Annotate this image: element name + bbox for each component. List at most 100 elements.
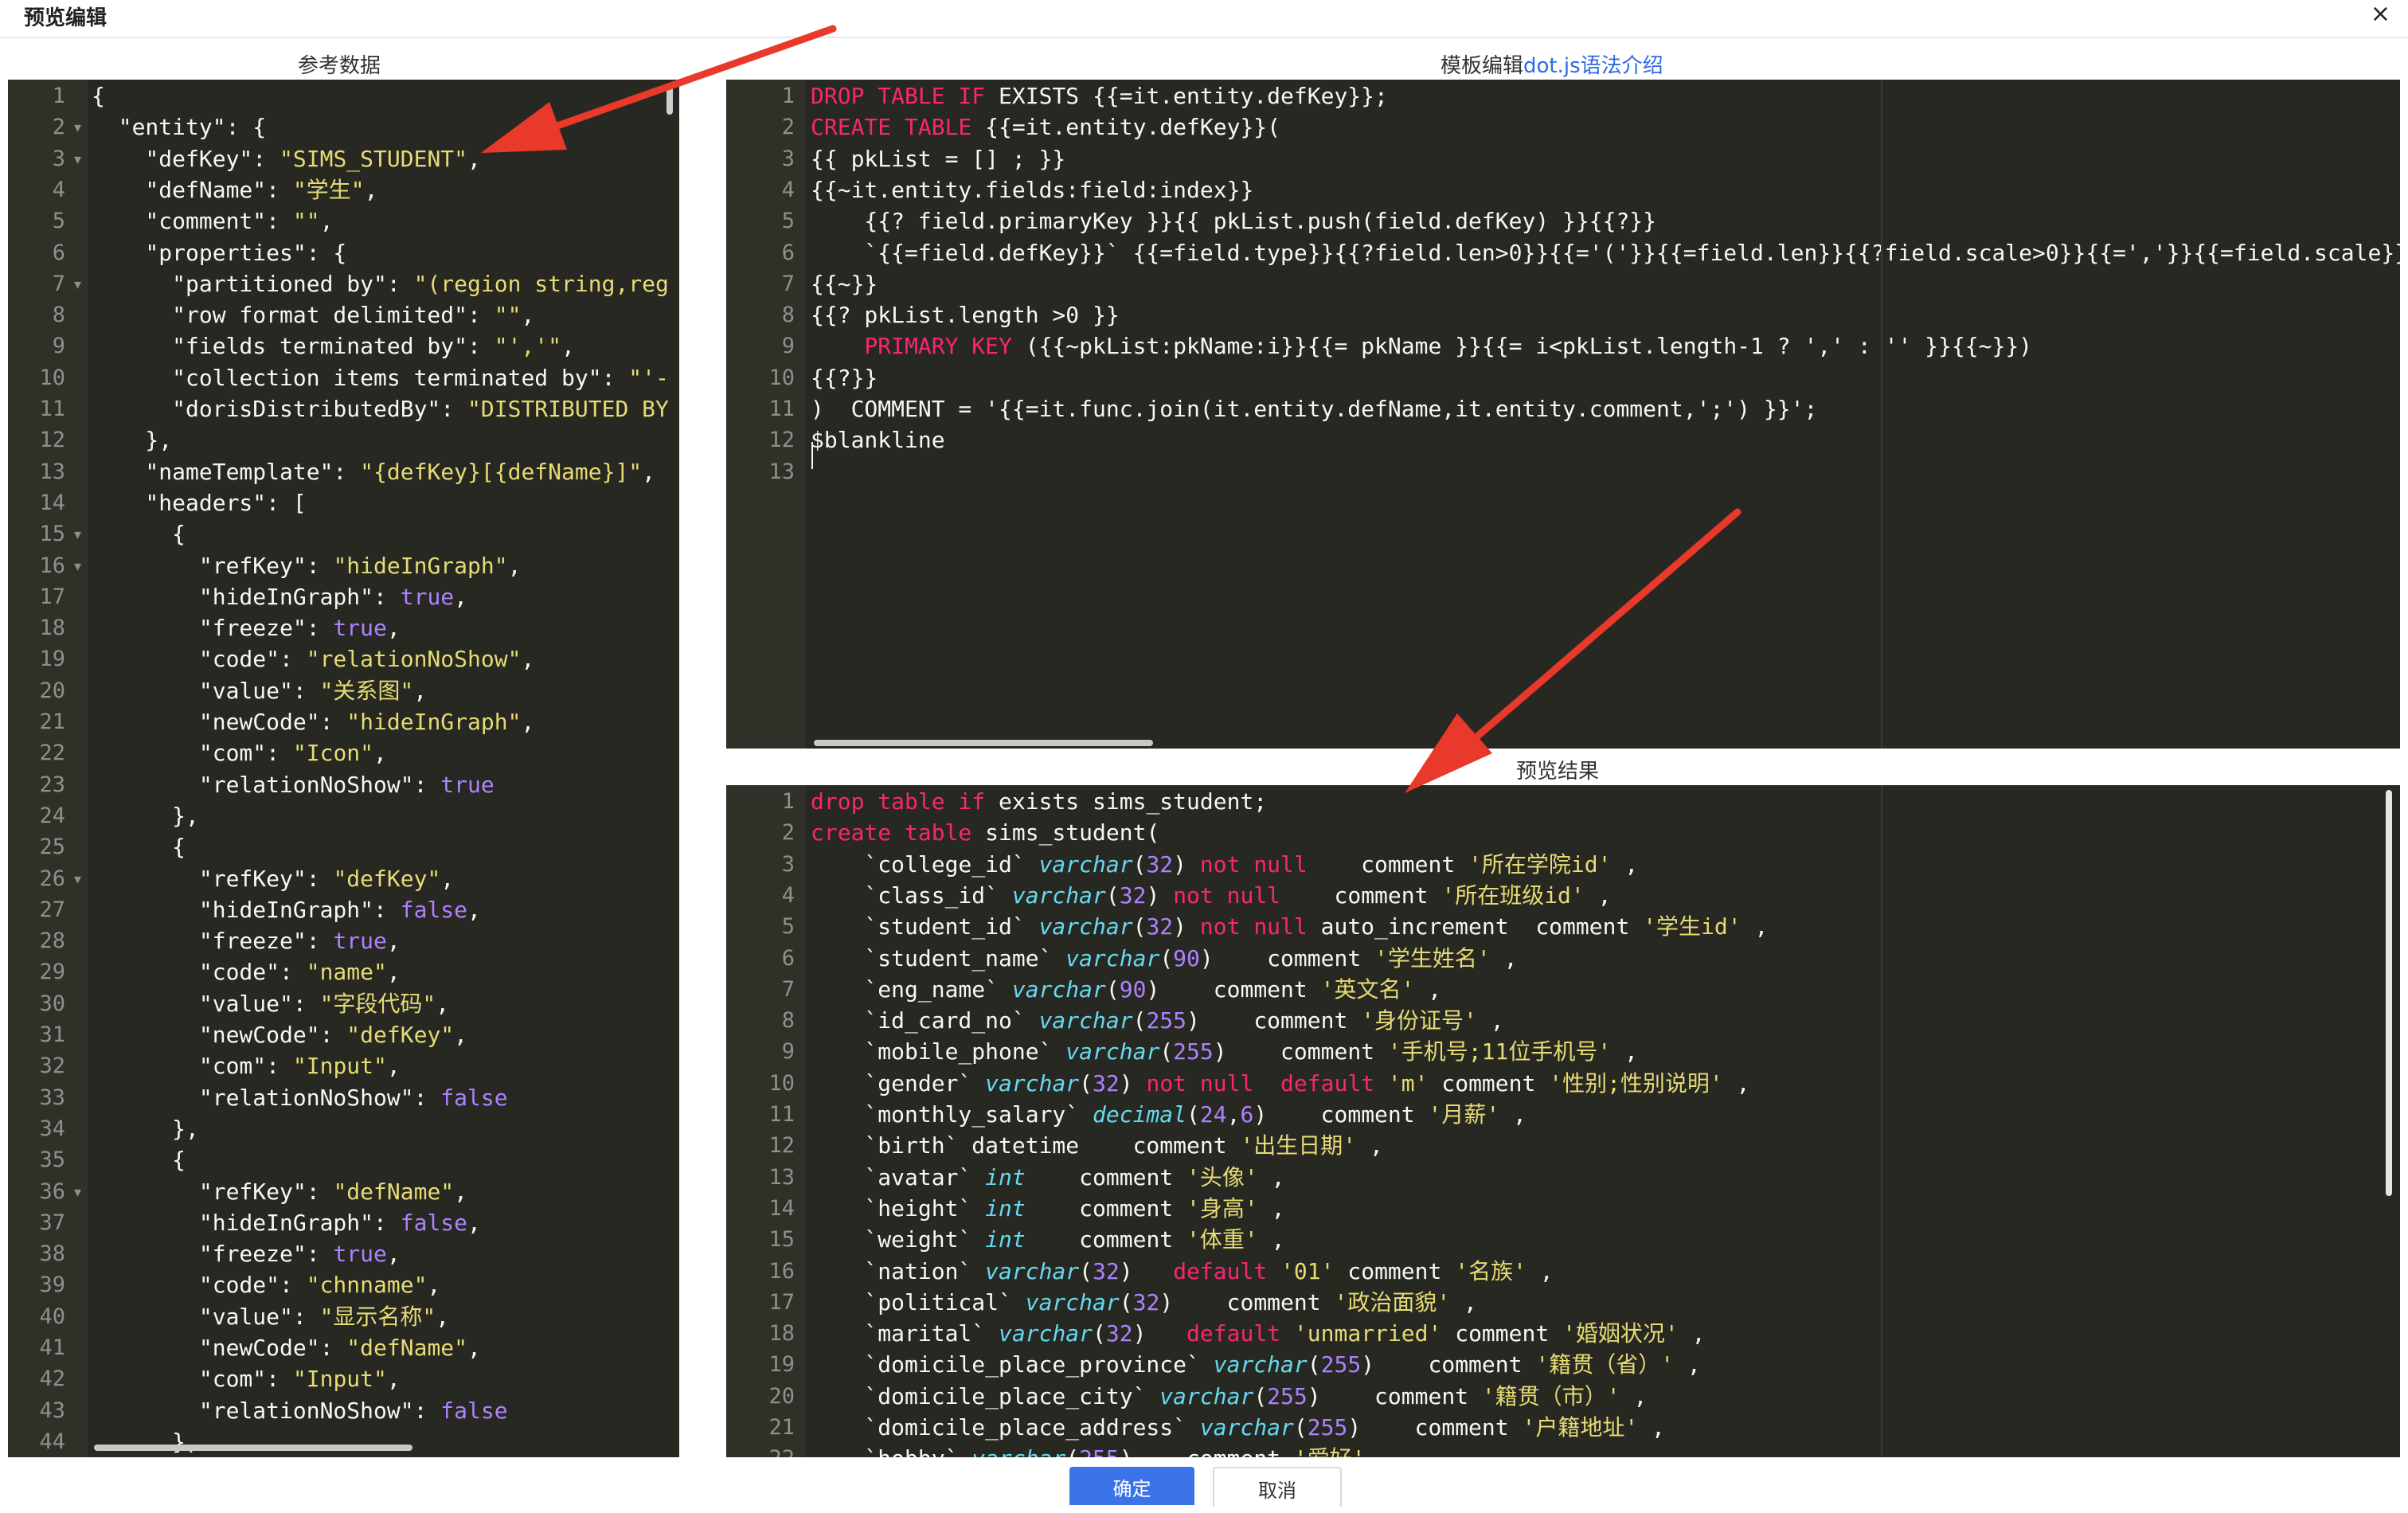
line-number: 43	[39, 1398, 65, 1423]
code-line: "value": "字段代码",	[92, 990, 450, 1017]
template-editor[interactable]: 1 2 3 4 5 6 7 8 9 10 11 12 13 DROP TABLE IF EXISTS {…	[726, 80, 2400, 749]
code-line: drop table if exists sims_student;	[811, 788, 1268, 815]
code-line: "newCode": "defName",	[92, 1335, 481, 1361]
code-line: "defName": "学生",	[92, 176, 378, 203]
code-line: {{? pkList.length >0 }}	[811, 302, 1120, 329]
reference-panel-label: 参考数据	[298, 54, 381, 78]
code-line: {	[92, 834, 186, 861]
line-number: 14	[768, 1195, 795, 1221]
print-margin	[1881, 785, 1882, 1457]
line-number: 5	[781, 914, 795, 940]
line-number: 13	[39, 459, 65, 484]
fold-toggle-icon[interactable]: ▾	[74, 112, 81, 143]
line-number: 19	[39, 647, 65, 672]
code-line: "entity": {	[92, 114, 267, 141]
fold-toggle-icon[interactable]: ▾	[74, 1177, 81, 1207]
fold-toggle-icon[interactable]: ▾	[74, 269, 81, 299]
line-number: 18	[768, 1321, 795, 1347]
line-number: 37	[39, 1210, 65, 1235]
code-line: "refKey": "hideInGraph",	[92, 552, 522, 579]
line-number: 2	[781, 820, 795, 846]
template-label-text: 模板编辑	[1440, 54, 1524, 78]
code-area[interactable]: DROP TABLE IF EXISTS {{=it.entity.defKey…	[811, 80, 2400, 749]
code-line: "freeze": true,	[92, 615, 401, 642]
confirm-button[interactable]: 确定	[1069, 1467, 1194, 1505]
close-icon[interactable]: ×	[2371, 0, 2390, 28]
code-area[interactable]: drop table if exists sims_student; create…	[811, 785, 2400, 1457]
code-line: "hideInGraph": true,	[92, 583, 468, 610]
line-number: 1	[52, 84, 65, 108]
code-line: "relationNoShow": true	[92, 771, 494, 798]
line-number: 12	[768, 1133, 795, 1159]
line-number: 18	[39, 616, 65, 641]
code-line: `id_card_no` varchar(255) comment '身份证号'…	[811, 1007, 1504, 1034]
text-cursor	[811, 442, 813, 469]
line-number: 11	[39, 397, 65, 421]
code-line: "value": "显示名称",	[92, 1303, 450, 1330]
fold-toggle-icon[interactable]: ▾	[74, 864, 81, 894]
fold-toggle-icon[interactable]: ▾	[74, 551, 81, 581]
line-number: 10	[39, 365, 65, 390]
line-number: 7	[781, 271, 795, 296]
line-number: 22	[39, 741, 65, 766]
code-line: "hideInGraph": false,	[92, 896, 481, 923]
syntax-help-link[interactable]: dot.js语法介绍	[1523, 54, 1663, 78]
code-line: "code": "relationNoShow",	[92, 646, 535, 673]
line-number: 42	[39, 1366, 65, 1392]
code-line: ) COMMENT = '{{=it.func.join(it.entity.d…	[811, 396, 1818, 422]
code-line: `birth` datetime comment '出生日期' ,	[811, 1132, 1383, 1159]
line-number: 34	[39, 1116, 65, 1141]
line-number: 23	[39, 772, 65, 797]
horizontal-scrollbar[interactable]	[814, 740, 1153, 746]
line-number: 7	[781, 976, 795, 1002]
line-number: 36	[39, 1179, 65, 1204]
line-number: 26	[39, 866, 65, 891]
code-line: "com": "Icon",	[92, 740, 387, 767]
line-number: 20	[768, 1383, 795, 1409]
code-line: `political` varchar(32) comment '政治面貌' ,	[811, 1288, 1477, 1316]
line-number: 19	[768, 1352, 795, 1378]
line-number: 15	[768, 1227, 795, 1253]
line-number: 21	[39, 710, 65, 734]
code-line: CREATE TABLE {{=it.entity.defKey}}(	[811, 114, 1281, 141]
dialog-titlebar: 预览编辑 ×	[0, 0, 2408, 38]
line-number: 9	[52, 334, 65, 359]
preview-result-editor[interactable]: 1234567891011121314151617181920212223 dr…	[726, 785, 2400, 1457]
line-number: 14	[39, 490, 65, 515]
line-number: 20	[39, 678, 65, 703]
line-number: 6	[52, 240, 65, 265]
reference-data-editor[interactable]: 1 2 ▾ 3 ▾ 4 5 6 7 ▾ 8 9 10 11 12 13 14 15 ▾ 16 ▾ 17 18 19 20 21 22…	[8, 80, 679, 1457]
cancel-button[interactable]: 取消	[1213, 1467, 1342, 1507]
line-number: 17	[768, 1289, 795, 1315]
line-number: 8	[781, 1008, 795, 1034]
fold-toggle-icon[interactable]: ▾	[74, 519, 81, 549]
line-number-gutter: 1234567891011121314151617181920212223	[726, 785, 806, 1457]
code-line: "fields terminated by": "','",	[92, 333, 575, 360]
code-line: `hobby` varchar(255) comment '爱好' ,	[811, 1444, 2400, 1457]
code-line: "row format delimited": "",	[92, 302, 535, 329]
horizontal-scrollbar[interactable]	[94, 1445, 412, 1451]
line-number: 16	[39, 553, 65, 578]
code-line: "value": "关系图",	[92, 677, 428, 704]
code-line: },	[92, 427, 173, 454]
vertical-scrollbar[interactable]	[2386, 790, 2392, 1196]
code-line: `eng_name` varchar(90) comment '英文名' ,	[811, 975, 1442, 1003]
vertical-scrollbar[interactable]	[666, 86, 673, 115]
code-line: $blankline	[811, 427, 945, 454]
code-line: {	[92, 521, 186, 548]
line-number: 3	[781, 146, 795, 171]
line-number: 6	[781, 945, 795, 971]
line-number: 11	[768, 1102, 795, 1127]
line-number: 13	[768, 1164, 795, 1190]
line-number: 17	[39, 584, 65, 609]
line-number: 2	[52, 115, 65, 140]
preview-panel-label: 预览结果	[1516, 760, 1600, 784]
code-line: {	[92, 83, 105, 109]
fold-toggle-icon[interactable]: ▾	[74, 144, 81, 174]
line-number: 22	[768, 1444, 795, 1457]
template-panel-label: 模板编辑dot.js语法介绍	[1440, 49, 1663, 79]
code-area[interactable]: { "entity": { "defKey": "SIMS_STUDENT", …	[92, 80, 679, 1457]
code-line: `avatar` int comment '头像' ,	[811, 1163, 1285, 1190]
line-number: 6	[781, 240, 795, 265]
